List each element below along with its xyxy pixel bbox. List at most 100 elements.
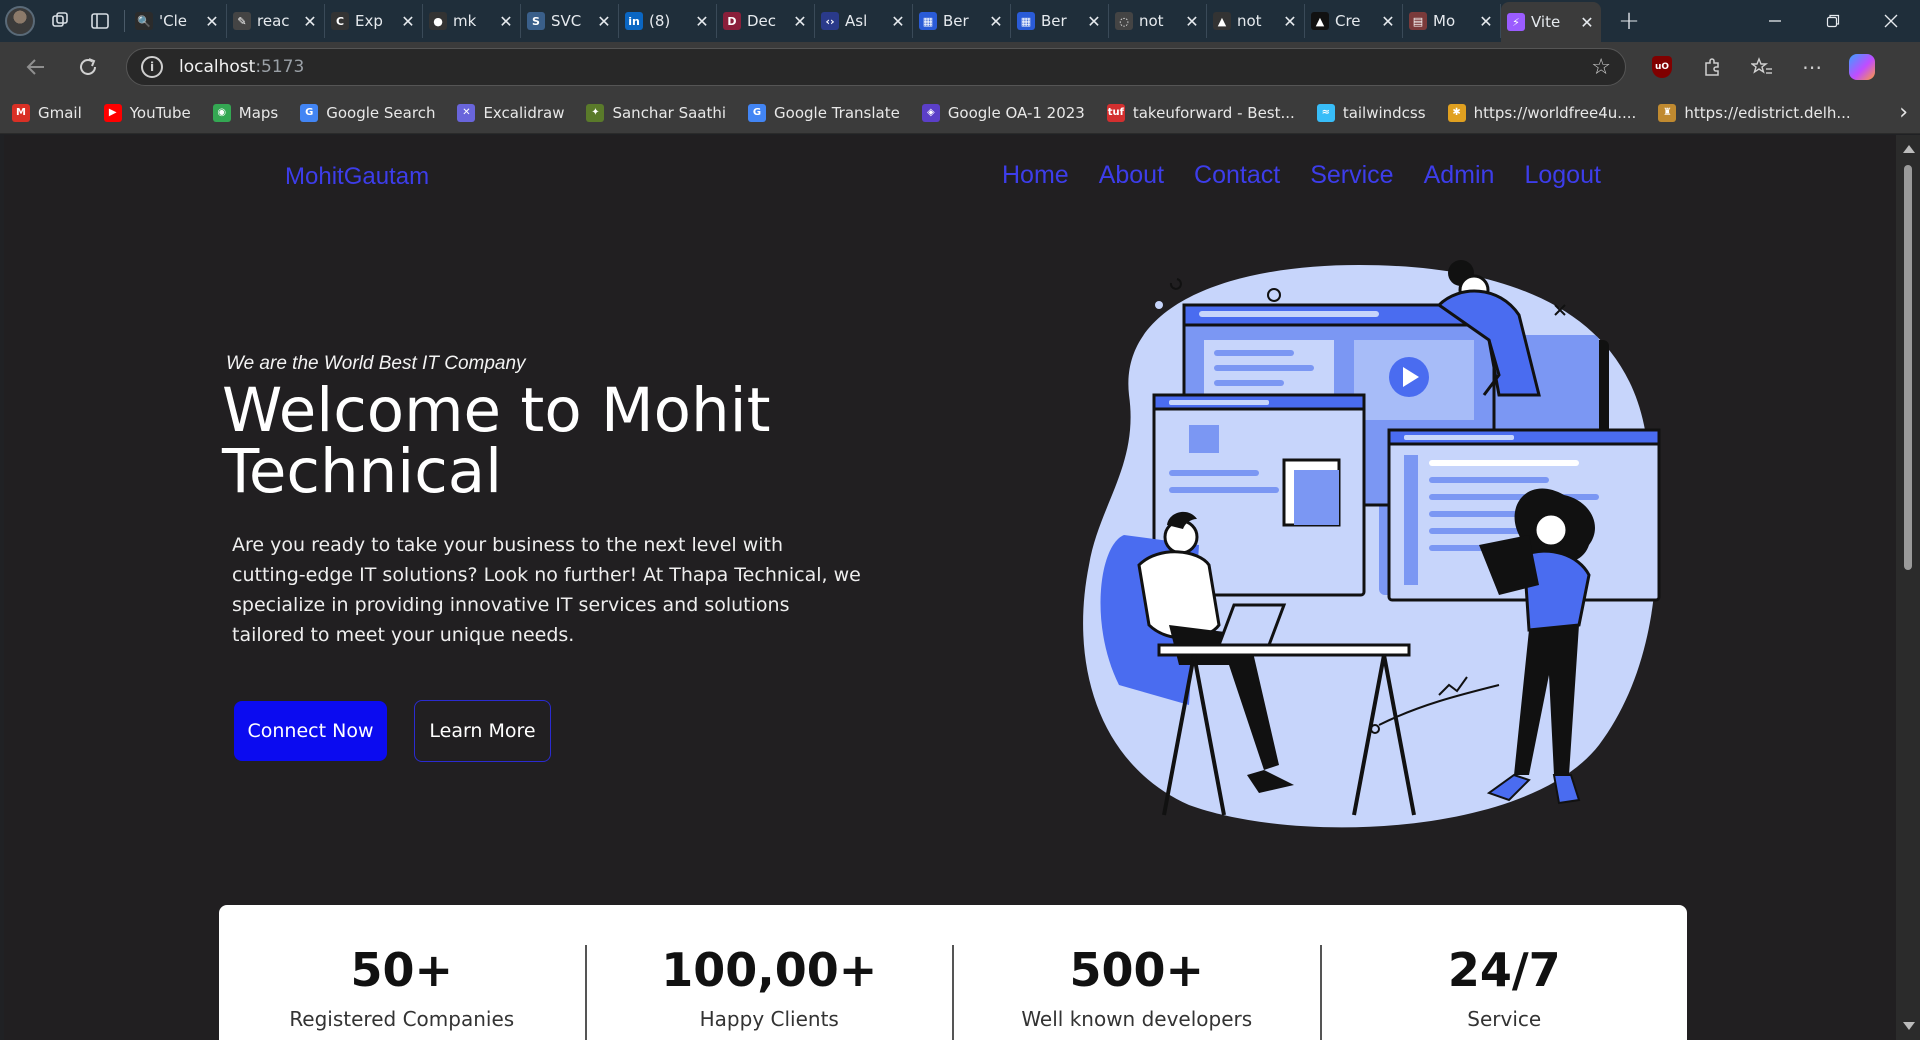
browser-tab[interactable]: in (8) ✕ — [619, 4, 717, 38]
nav-logout[interactable]: Logout — [1524, 161, 1600, 190]
tab-close-icon[interactable]: ✕ — [498, 12, 514, 31]
browser-tab[interactable]: ◌ not ✕ — [1109, 4, 1207, 38]
tab-title: Mo — [1433, 12, 1456, 30]
tab-title: not — [1237, 12, 1262, 30]
workspaces-icon[interactable] — [40, 4, 80, 38]
bookmark-label: Maps — [238, 103, 279, 122]
browser-tab[interactable]: ▦ Ber ✕ — [913, 4, 1011, 38]
new-tab-button[interactable]: + — [1609, 4, 1649, 38]
nav-about[interactable]: About — [1099, 161, 1164, 190]
nav-admin[interactable]: Admin — [1424, 161, 1495, 190]
browser-tab[interactable]: ● mk ✕ — [423, 4, 521, 38]
bookmark-item[interactable]: ◈ Google OA-1 2023 — [921, 103, 1085, 122]
bookmark-label: Excalidraw — [483, 103, 565, 122]
tab-favicon-icon: S — [527, 12, 545, 30]
tab-list: 🔍 'Cle ✕ ✎ reac ✕ C Exp ✕ ● mk ✕ S SVC ✕ in (8) ✕ D Dec ✕ ‹› A… — [129, 0, 1601, 42]
bookmark-item[interactable]: tuf takeuforward - Best... — [1106, 103, 1295, 122]
bookmark-item[interactable]: G Google Search — [300, 103, 435, 122]
more-menu-icon[interactable]: ⋯ — [1790, 47, 1834, 87]
tab-close-icon[interactable]: ✕ — [302, 12, 318, 31]
brand-logo[interactable]: MohitGautam — [285, 163, 429, 191]
tab-close-icon[interactable]: ✕ — [1086, 12, 1102, 31]
tab-close-icon[interactable]: ✕ — [1282, 12, 1298, 31]
bookmark-item[interactable]: ✦ Sanchar Saathi — [586, 103, 726, 122]
bookmark-item[interactable]: ◉ Maps — [212, 103, 279, 122]
browser-tab[interactable]: C Exp ✕ — [325, 4, 423, 38]
ublock-extension-icon[interactable]: uO — [1640, 47, 1684, 87]
favorites-list-icon[interactable] — [1740, 47, 1784, 87]
tab-close-icon[interactable]: ✕ — [1184, 12, 1200, 31]
browser-tab[interactable]: ▤ Mo ✕ — [1403, 4, 1501, 38]
browser-tab[interactable]: ⚡ Vite ✕ — [1501, 2, 1601, 42]
bookmark-favicon-icon: ✱ — [1447, 103, 1466, 122]
tab-separator — [124, 10, 125, 32]
stat-registered-companies: 50+ Registered Companies — [219, 945, 587, 1040]
minimize-button[interactable] — [1746, 0, 1804, 42]
browser-tab[interactable]: ✎ reac ✕ — [227, 4, 325, 38]
bookmark-item[interactable]: ✕ Excalidraw — [457, 103, 565, 122]
bookmark-item[interactable]: G Google Translate — [748, 103, 900, 122]
bookmark-item[interactable]: ♜ https://edistrict.delh... — [1658, 103, 1851, 122]
tab-close-icon[interactable]: ✕ — [988, 12, 1004, 31]
tab-close-icon[interactable]: ✕ — [204, 12, 220, 31]
nav-home[interactable]: Home — [1002, 161, 1069, 190]
tab-title: Cre — [1335, 12, 1361, 30]
tab-close-icon[interactable]: ✕ — [1478, 12, 1494, 31]
learn-more-button[interactable]: Learn More — [414, 700, 551, 762]
nav-contact[interactable]: Contact — [1194, 161, 1280, 190]
bookmark-label: tailwindcss — [1342, 103, 1426, 122]
stat-value: 100,00+ — [661, 943, 878, 997]
tab-close-icon[interactable]: ✕ — [694, 12, 710, 31]
bookmark-item[interactable]: M Gmail — [12, 103, 82, 122]
reload-button[interactable] — [62, 47, 114, 87]
tab-close-icon[interactable]: ✕ — [400, 12, 416, 31]
scroll-thumb[interactable] — [1904, 165, 1912, 570]
stat-label: Service — [1467, 1007, 1542, 1031]
tab-favicon-icon: ▲ — [1213, 12, 1231, 30]
bookmark-label: Google Translate — [774, 103, 900, 122]
extensions-puzzle-icon[interactable] — [1690, 47, 1734, 87]
copilot-icon[interactable] — [1840, 47, 1884, 87]
bookmarks-bar: M Gmail ▶ YouTube ◉ Maps G Google Search ✕ Excali… — [0, 92, 1920, 134]
close-window-button[interactable] — [1862, 0, 1920, 42]
tab-close-icon[interactable]: ✕ — [890, 12, 906, 31]
tab-close-icon[interactable]: ✕ — [1579, 13, 1595, 32]
profile-avatar[interactable] — [0, 4, 40, 38]
scroll-down-arrow-icon[interactable] — [1903, 1022, 1915, 1030]
vertical-tabs-icon[interactable] — [80, 4, 120, 38]
bookmark-favicon-icon: tuf — [1106, 103, 1125, 122]
address-bar[interactable]: i localhost:5173 ☆ — [126, 48, 1626, 86]
site-navbar: MohitGautam Home About Contact Service A… — [4, 135, 1896, 225]
stat-value: 24/7 — [1447, 943, 1561, 997]
bookmarks-overflow-chevron-icon[interactable]: › — [1899, 100, 1908, 125]
browser-tab[interactable]: ▲ Cre ✕ — [1305, 4, 1403, 38]
browser-tab[interactable]: ▲ not ✕ — [1207, 4, 1305, 38]
favorite-star-icon[interactable]: ☆ — [1591, 55, 1611, 80]
tab-close-icon[interactable]: ✕ — [596, 12, 612, 31]
hero-description: Are you ready to take your business to t… — [232, 534, 861, 646]
bookmark-item[interactable]: ✱ https://worldfree4u.... — [1447, 103, 1637, 122]
tab-close-icon[interactable]: ✕ — [792, 12, 808, 31]
browser-tab[interactable]: ▦ Ber ✕ — [1011, 4, 1109, 38]
connect-now-button[interactable]: Connect Now — [234, 701, 387, 761]
restore-button[interactable] — [1804, 0, 1862, 42]
site-info-icon[interactable]: i — [141, 56, 163, 78]
scroll-up-arrow-icon[interactable] — [1903, 145, 1915, 153]
nav-service[interactable]: Service — [1310, 161, 1393, 190]
bookmark-favicon-icon: ◈ — [921, 103, 940, 122]
tab-close-icon[interactable]: ✕ — [1380, 12, 1396, 31]
tab-title: Ber — [943, 12, 969, 30]
browser-tab[interactable]: S SVC ✕ — [521, 4, 619, 38]
tab-title: Asl — [845, 12, 868, 30]
bookmark-label: https://worldfree4u.... — [1473, 103, 1637, 122]
bookmark-item[interactable]: ▶ YouTube — [103, 103, 191, 122]
bookmark-item[interactable]: ≈ tailwindcss — [1316, 103, 1426, 122]
browser-tab[interactable]: 🔍 'Cle ✕ — [129, 4, 227, 38]
browser-tab[interactable]: D Dec ✕ — [717, 4, 815, 38]
back-button[interactable] — [10, 47, 62, 87]
bookmark-list: M Gmail ▶ YouTube ◉ Maps G Google Search ✕ Excali… — [12, 103, 1851, 122]
page-scrollbar[interactable] — [1896, 135, 1920, 1040]
browser-tab[interactable]: ‹› Asl ✕ — [815, 4, 913, 38]
browser-toolbar: i localhost:5173 ☆ uO ⋯ — [0, 42, 1920, 92]
stats-card: 50+ Registered Companies 100,00+ Happy C… — [219, 905, 1687, 1040]
